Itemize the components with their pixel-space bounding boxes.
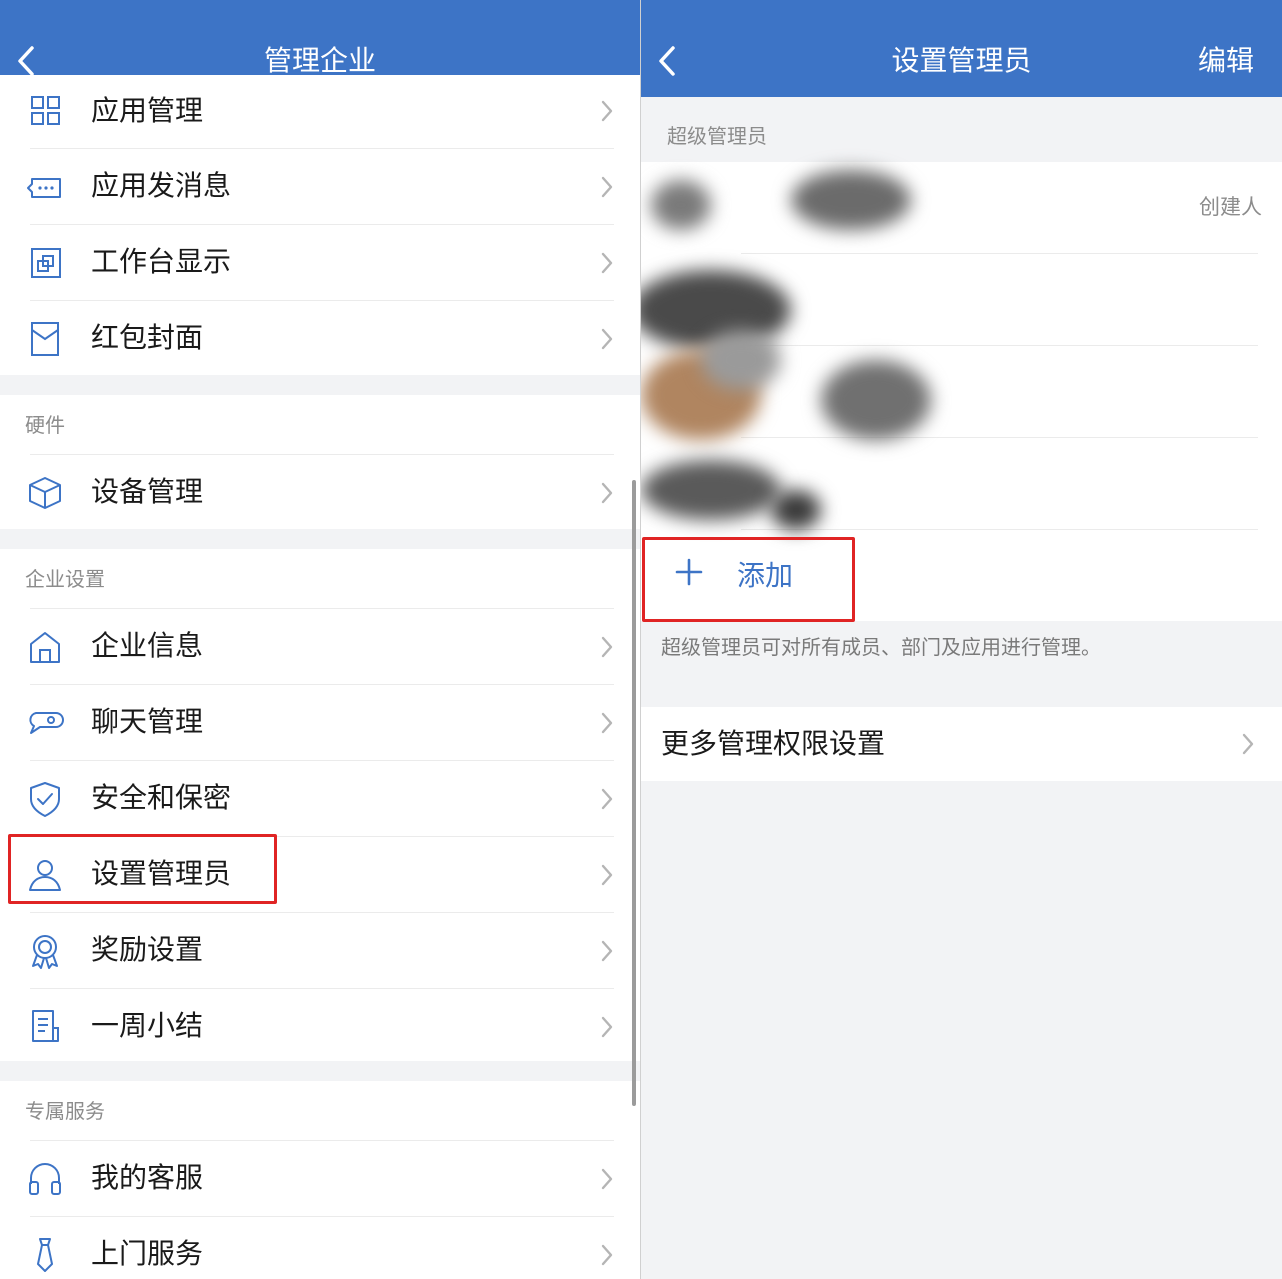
shield-icon xyxy=(30,782,60,817)
chat-icon xyxy=(29,712,64,734)
chevron-right-icon xyxy=(601,328,613,350)
chevron-right-icon xyxy=(601,482,613,504)
menu-item-label: 红包封面 xyxy=(91,321,204,354)
section-title: 专属服务 xyxy=(25,1099,105,1123)
menu-item-label: 工作台显示 xyxy=(91,245,232,278)
grid-icon xyxy=(31,96,60,125)
headset-icon xyxy=(29,1163,61,1195)
menu-item-label: 应用发消息 xyxy=(91,169,232,202)
section-header-company-settings: 企业设置 xyxy=(0,549,640,609)
menu-item-label: 设备管理 xyxy=(91,475,204,508)
set-admin-screen: 设置管理员 编辑 超级管理员 创建人 添加 超级管理员可对所有成员、部门及应用进… xyxy=(641,0,1282,1279)
divider xyxy=(741,253,1258,254)
section-title-super-admin: 超级管理员 xyxy=(667,124,767,148)
menu-item-label: 应用管理 xyxy=(91,94,204,127)
menu-item-company-info[interactable]: 企业信息 xyxy=(0,609,640,685)
section-title: 硬件 xyxy=(25,413,65,437)
menu-item-security[interactable]: 安全和保密 xyxy=(0,761,640,837)
divider xyxy=(741,437,1258,438)
chevron-right-icon xyxy=(601,100,613,122)
chevron-right-icon xyxy=(601,788,613,810)
tie-icon xyxy=(37,1238,53,1272)
menu-item-weekly-summary[interactable]: 一周小结 xyxy=(0,989,640,1061)
menu-item-reward-settings[interactable]: 奖励设置 xyxy=(0,913,640,989)
house-icon xyxy=(30,632,60,663)
chevron-right-icon xyxy=(601,712,613,734)
menu-item-app-management[interactable]: 应用管理 xyxy=(0,75,640,149)
menu-item-red-envelope[interactable]: 红包封面 xyxy=(0,301,640,375)
divider xyxy=(741,345,1258,346)
award-icon xyxy=(32,935,58,969)
section-title: 企业设置 xyxy=(25,567,105,591)
chevron-right-icon xyxy=(601,1016,613,1038)
highlight-box-add xyxy=(642,537,855,622)
menu-item-label: 企业信息 xyxy=(91,629,204,662)
chevron-right-icon xyxy=(1242,733,1254,755)
message-bubble-icon xyxy=(27,178,61,198)
highlight-box-set-admin xyxy=(8,834,277,904)
section-header-exclusive-services: 专属服务 xyxy=(0,1081,640,1141)
edit-button[interactable]: 编辑 xyxy=(1198,42,1254,80)
menu-item-label: 安全和保密 xyxy=(91,781,232,814)
section-gap xyxy=(0,375,640,395)
section-header-hardware: 硬件 xyxy=(0,395,640,455)
more-permissions-label: 更多管理权限设置 xyxy=(661,727,886,760)
page-title: 设置管理员 xyxy=(891,44,1032,77)
section-gap xyxy=(0,1061,640,1081)
menu-item-label: 奖励设置 xyxy=(91,933,204,966)
chevron-right-icon xyxy=(601,1168,613,1190)
nav-bar: 设置管理员 编辑 xyxy=(641,0,1282,97)
admin-row-creator[interactable] xyxy=(641,162,1282,253)
menu-item-label: 一周小结 xyxy=(91,1009,204,1042)
workbench-icon xyxy=(31,248,61,278)
scrollbar[interactable] xyxy=(632,480,636,1106)
menu-item-workbench-display[interactable]: 工作台显示 xyxy=(0,225,640,301)
menu-item-label: 聊天管理 xyxy=(91,705,204,738)
chevron-right-icon xyxy=(601,252,613,274)
chevron-right-icon xyxy=(601,636,613,658)
menu-item-label: 上门服务 xyxy=(91,1237,204,1270)
menu-item-app-message[interactable]: 应用发消息 xyxy=(0,149,640,225)
menu-item-my-customer-service[interactable]: 我的客服 xyxy=(0,1141,640,1217)
super-admin-note: 超级管理员可对所有成员、部门及应用进行管理。 xyxy=(661,635,1101,659)
chevron-right-icon xyxy=(601,864,613,886)
menu-item-chat-management[interactable]: 聊天管理 xyxy=(0,685,640,761)
manage-company-screen: 管理企业 应用管理 应用发消息 工作台显示 红包封面 硬件 设备管理 企业设置 … xyxy=(0,0,640,1279)
chevron-right-icon xyxy=(601,1244,613,1266)
cube-icon xyxy=(29,477,61,509)
red-envelope-icon xyxy=(31,322,59,356)
document-icon xyxy=(32,1010,59,1042)
section-gap xyxy=(0,529,640,549)
menu-item-onsite-service[interactable]: 上门服务 xyxy=(0,1217,640,1279)
creator-tag: 创建人 xyxy=(1199,195,1262,219)
chevron-right-icon xyxy=(601,940,613,962)
menu-item-device-management[interactable]: 设备管理 xyxy=(0,455,640,529)
chevron-right-icon xyxy=(601,176,613,198)
menu-item-label: 我的客服 xyxy=(91,1161,204,1194)
